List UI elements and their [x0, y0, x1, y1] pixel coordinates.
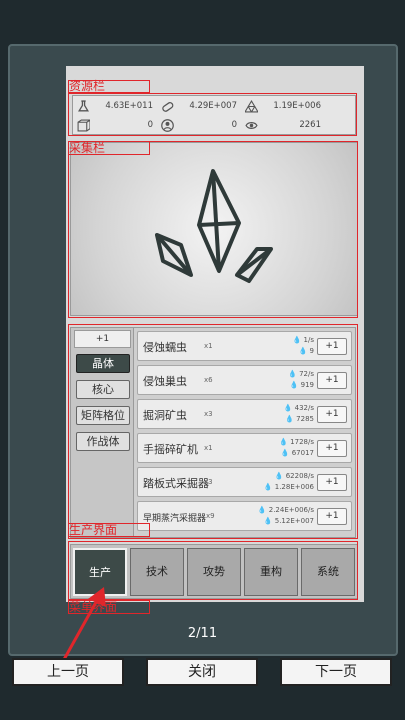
prev-page-button[interactable]: 上一页 — [12, 658, 124, 686]
annotation-box — [68, 141, 358, 318]
annotation-label: 生产界面 — [69, 523, 118, 537]
annotation-box — [68, 324, 358, 539]
annotation-box — [68, 93, 357, 136]
annotation-label: 资源栏 — [69, 79, 106, 93]
next-page-button[interactable]: 下一页 — [280, 658, 392, 686]
page-indicator: 2/11 — [187, 626, 218, 641]
close-button[interactable]: 关闭 — [146, 658, 258, 686]
